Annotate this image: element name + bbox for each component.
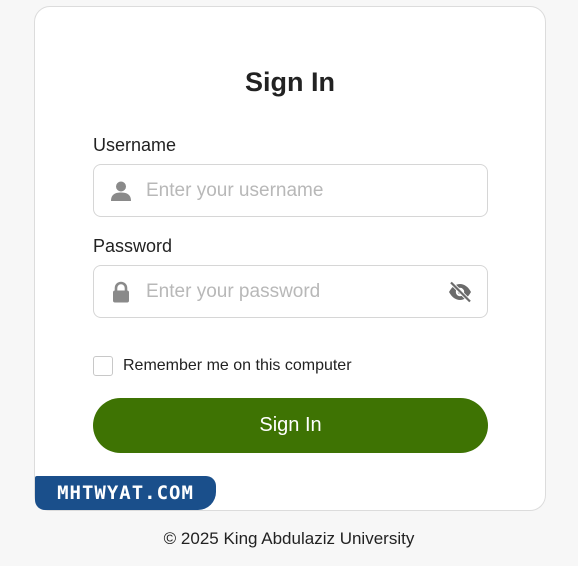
login-card: Sign In Username Password (34, 6, 546, 511)
username-label: Username (93, 135, 177, 155)
username-input[interactable] (146, 165, 436, 216)
remember-label: Remember me on this computer (123, 357, 352, 374)
lock-icon (110, 281, 132, 303)
remember-me[interactable]: Remember me on this computer (93, 356, 352, 376)
sign-in-button[interactable]: Sign In (93, 398, 488, 453)
password-input[interactable] (146, 266, 436, 317)
password-field[interactable] (93, 265, 488, 318)
page-title: Sign In (245, 67, 335, 97)
username-field[interactable] (93, 164, 488, 217)
remember-checkbox[interactable] (93, 356, 113, 376)
eye-slash-icon[interactable] (447, 280, 473, 304)
watermark-logo: MHTWYAT.COM (35, 476, 216, 510)
password-label: Password (93, 236, 173, 256)
footer-copyright: © 2025 King Abdulaziz University (163, 529, 415, 548)
user-icon (110, 180, 132, 202)
